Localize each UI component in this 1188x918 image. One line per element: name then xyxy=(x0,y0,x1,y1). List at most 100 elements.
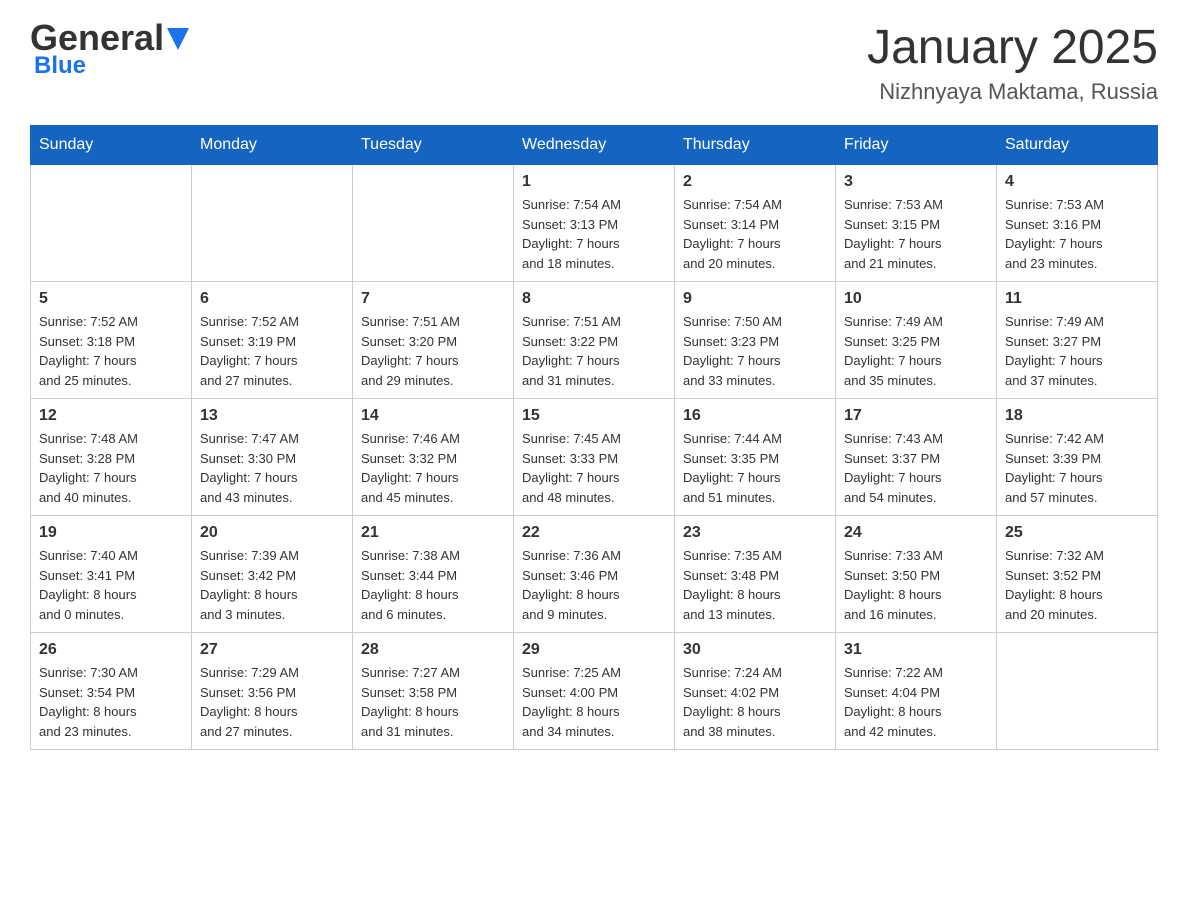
day-number: 25 xyxy=(1005,524,1149,542)
calendar-cell: 24Sunrise: 7:33 AMSunset: 3:50 PMDayligh… xyxy=(836,516,997,633)
calendar-cell: 29 Sunrise: 7:25 AMSunset: 4:00 PMDayligh… xyxy=(514,633,675,750)
day-number: 22 xyxy=(522,524,666,542)
day-number: 6 xyxy=(200,290,344,308)
day-number: 30 xyxy=(683,641,827,659)
day-info: Sunrise: 7:38 AMSunset: 3:44 PMDaylight:… xyxy=(361,546,505,624)
day-info: Sunrise: 7:52 AMSunset: 3:18 PMDaylight:… xyxy=(39,312,183,390)
day-number: 18 xyxy=(1005,407,1149,425)
day-info: Sunrise: 7:52 AMSunset: 3:19 PMDaylight:… xyxy=(200,312,344,390)
header-wednesday: Wednesday xyxy=(514,126,675,165)
calendar-cell: 21Sunrise: 7:38 AMSunset: 3:44 PMDayligh… xyxy=(353,516,514,633)
day-number: 26 xyxy=(39,641,183,659)
calendar-cell: 7 Sunrise: 7:51 AMSunset: 3:20 PMDaylight… xyxy=(353,282,514,399)
header-monday: Monday xyxy=(192,126,353,165)
calendar-cell: 26 Sunrise: 7:30 AMSunset: 3:54 PMDayligh… xyxy=(31,633,192,750)
day-info: Sunrise: 7:53 AMSunset: 3:16 PMDaylight:… xyxy=(1005,195,1149,273)
calendar-cell: 22Sunrise: 7:36 AMSunset: 3:46 PMDayligh… xyxy=(514,516,675,633)
calendar-cell: 18 Sunrise: 7:42 AMSunset: 3:39 PMDayligh… xyxy=(997,399,1158,516)
day-info: Sunrise: 7:32 AMSunset: 3:52 PMDaylight:… xyxy=(1005,546,1149,624)
day-info: Sunrise: 7:22 AMSunset: 4:04 PMDaylight:… xyxy=(844,663,988,741)
calendar-cell: 12 Sunrise: 7:48 AMSunset: 3:28 PMDayligh… xyxy=(31,399,192,516)
calendar-cell xyxy=(192,165,353,282)
calendar-cell xyxy=(997,633,1158,750)
day-number: 17 xyxy=(844,407,988,425)
week-row-1: 5 Sunrise: 7:52 AMSunset: 3:18 PMDaylight… xyxy=(31,282,1158,399)
day-info: Sunrise: 7:49 AMSunset: 3:27 PMDaylight:… xyxy=(1005,312,1149,390)
day-info: Sunrise: 7:47 AMSunset: 3:30 PMDaylight:… xyxy=(200,429,344,507)
day-info: Sunrise: 7:42 AMSunset: 3:39 PMDaylight:… xyxy=(1005,429,1149,507)
day-info: Sunrise: 7:48 AMSunset: 3:28 PMDaylight:… xyxy=(39,429,183,507)
month-title: January 2025 xyxy=(867,20,1158,75)
calendar-cell: 13 Sunrise: 7:47 AMSunset: 3:30 PMDayligh… xyxy=(192,399,353,516)
week-row-2: 12 Sunrise: 7:48 AMSunset: 3:28 PMDayligh… xyxy=(31,399,1158,516)
day-info: Sunrise: 7:49 AMSunset: 3:25 PMDaylight:… xyxy=(844,312,988,390)
calendar-cell: 8 Sunrise: 7:51 AMSunset: 3:22 PMDaylight… xyxy=(514,282,675,399)
calendar-cell: 6 Sunrise: 7:52 AMSunset: 3:19 PMDaylight… xyxy=(192,282,353,399)
location: Nizhnyaya Maktama, Russia xyxy=(867,79,1158,105)
day-number: 7 xyxy=(361,290,505,308)
day-number: 1 xyxy=(522,173,666,191)
calendar-cell: 30Sunrise: 7:24 AMSunset: 4:02 PMDayligh… xyxy=(675,633,836,750)
day-info: Sunrise: 7:51 AMSunset: 3:22 PMDaylight:… xyxy=(522,312,666,390)
day-info: Sunrise: 7:51 AMSunset: 3:20 PMDaylight:… xyxy=(361,312,505,390)
calendar-cell: 14 Sunrise: 7:46 AMSunset: 3:32 PMDayligh… xyxy=(353,399,514,516)
day-number: 29 xyxy=(522,641,666,659)
header-thursday: Thursday xyxy=(675,126,836,165)
calendar-cell: 5 Sunrise: 7:52 AMSunset: 3:18 PMDaylight… xyxy=(31,282,192,399)
calendar-cell: 23 Sunrise: 7:35 AMSunset: 3:48 PMDayligh… xyxy=(675,516,836,633)
title-block: January 2025 Nizhnyaya Maktama, Russia xyxy=(867,20,1158,105)
calendar-cell: 25 Sunrise: 7:32 AMSunset: 3:52 PMDayligh… xyxy=(997,516,1158,633)
day-info: Sunrise: 7:39 AMSunset: 3:42 PMDaylight:… xyxy=(200,546,344,624)
calendar-header-row: SundayMondayTuesdayWednesdayThursdayFrid… xyxy=(31,126,1158,165)
day-number: 20 xyxy=(200,524,344,542)
calendar-cell: 20 Sunrise: 7:39 AMSunset: 3:42 PMDayligh… xyxy=(192,516,353,633)
calendar-cell: 15Sunrise: 7:45 AMSunset: 3:33 PMDayligh… xyxy=(514,399,675,516)
day-number: 24 xyxy=(844,524,988,542)
day-number: 4 xyxy=(1005,173,1149,191)
header-friday: Friday xyxy=(836,126,997,165)
calendar-cell: 11 Sunrise: 7:49 AMSunset: 3:27 PMDayligh… xyxy=(997,282,1158,399)
header-saturday: Saturday xyxy=(997,126,1158,165)
day-number: 8 xyxy=(522,290,666,308)
day-number: 31 xyxy=(844,641,988,659)
calendar-cell xyxy=(31,165,192,282)
calendar-cell: 1Sunrise: 7:54 AMSunset: 3:13 PMDaylight… xyxy=(514,165,675,282)
day-number: 23 xyxy=(683,524,827,542)
calendar-cell: 2 Sunrise: 7:54 AMSunset: 3:14 PMDaylight… xyxy=(675,165,836,282)
calendar-cell: 10 Sunrise: 7:49 AMSunset: 3:25 PMDayligh… xyxy=(836,282,997,399)
logo: General Blue xyxy=(30,20,189,80)
day-number: 13 xyxy=(200,407,344,425)
day-number: 27 xyxy=(200,641,344,659)
calendar-cell: 9Sunrise: 7:50 AMSunset: 3:23 PMDaylight… xyxy=(675,282,836,399)
week-row-4: 26 Sunrise: 7:30 AMSunset: 3:54 PMDayligh… xyxy=(31,633,1158,750)
day-info: Sunrise: 7:46 AMSunset: 3:32 PMDaylight:… xyxy=(361,429,505,507)
header-sunday: Sunday xyxy=(31,126,192,165)
calendar-cell: 3Sunrise: 7:53 AMSunset: 3:15 PMDaylight… xyxy=(836,165,997,282)
day-info: Sunrise: 7:45 AMSunset: 3:33 PMDaylight:… xyxy=(522,429,666,507)
day-info: Sunrise: 7:54 AMSunset: 3:14 PMDaylight:… xyxy=(683,195,827,273)
logo-triangle-icon xyxy=(167,28,189,50)
day-info: Sunrise: 7:30 AMSunset: 3:54 PMDaylight:… xyxy=(39,663,183,741)
day-number: 19 xyxy=(39,524,183,542)
day-info: Sunrise: 7:25 AMSunset: 4:00 PMDaylight:… xyxy=(522,663,666,741)
day-info: Sunrise: 7:27 AMSunset: 3:58 PMDaylight:… xyxy=(361,663,505,741)
day-number: 2 xyxy=(683,173,827,191)
day-number: 12 xyxy=(39,407,183,425)
week-row-3: 19 Sunrise: 7:40 AMSunset: 3:41 PMDayligh… xyxy=(31,516,1158,633)
week-row-0: 1Sunrise: 7:54 AMSunset: 3:13 PMDaylight… xyxy=(31,165,1158,282)
calendar-cell: 4 Sunrise: 7:53 AMSunset: 3:16 PMDaylight… xyxy=(997,165,1158,282)
calendar-cell: 17Sunrise: 7:43 AMSunset: 3:37 PMDayligh… xyxy=(836,399,997,516)
day-number: 11 xyxy=(1005,290,1149,308)
day-number: 5 xyxy=(39,290,183,308)
day-info: Sunrise: 7:40 AMSunset: 3:41 PMDaylight:… xyxy=(39,546,183,624)
day-info: Sunrise: 7:35 AMSunset: 3:48 PMDaylight:… xyxy=(683,546,827,624)
calendar-cell: 31 Sunrise: 7:22 AMSunset: 4:04 PMDayligh… xyxy=(836,633,997,750)
page-header: General Blue January 2025 Nizhnyaya Makt… xyxy=(30,20,1158,105)
day-info: Sunrise: 7:29 AMSunset: 3:56 PMDaylight:… xyxy=(200,663,344,741)
calendar-cell xyxy=(353,165,514,282)
day-info: Sunrise: 7:53 AMSunset: 3:15 PMDaylight:… xyxy=(844,195,988,273)
calendar-table: SundayMondayTuesdayWednesdayThursdayFrid… xyxy=(30,125,1158,750)
day-number: 10 xyxy=(844,290,988,308)
day-number: 14 xyxy=(361,407,505,425)
calendar-cell: 27 Sunrise: 7:29 AMSunset: 3:56 PMDayligh… xyxy=(192,633,353,750)
